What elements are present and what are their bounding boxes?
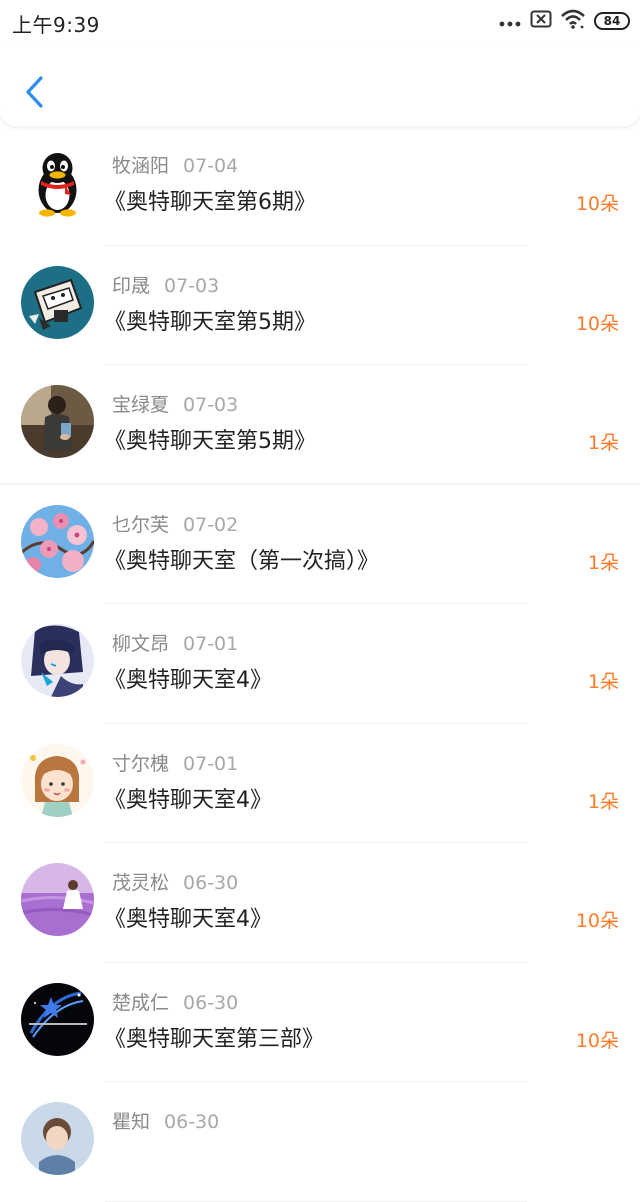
avatar[interactable]	[21, 385, 94, 458]
avatar[interactable]	[21, 743, 94, 817]
post-date: 06-30	[183, 872, 239, 894]
chevron-left-icon	[26, 76, 43, 108]
name-line: 瞿知 06-30	[112, 1107, 219, 1134]
avatar[interactable]	[21, 982, 94, 1056]
avatar[interactable]	[21, 624, 94, 697]
back-button[interactable]	[12, 64, 56, 120]
flower-count: 1朵	[587, 790, 619, 813]
post-title[interactable]: 《奥特聊天室第5期》	[104, 304, 316, 336]
avatar[interactable]	[21, 863, 94, 936]
post-title[interactable]: 《奥特聊天室4》	[104, 662, 272, 694]
user-name: 乜尔芙	[112, 513, 170, 536]
post-date: 07-02	[183, 513, 239, 536]
gift-record-list: 牧涵阳 07-04 《奥特聊天室第6期》 10朵 印晟 07-03 《奥特聊天室第5…	[0, 126, 640, 1202]
avatar[interactable]	[21, 146, 94, 219]
post-date: 06-30	[183, 991, 239, 1014]
no-sim-icon	[530, 10, 552, 32]
battery-indicator: 84	[594, 12, 630, 30]
user-name: 印晟	[112, 274, 151, 297]
post-date: 07-01	[183, 633, 239, 655]
list-item[interactable]: 楚成仁 06-30 《奥特聊天室第三部》 10朵	[0, 963, 640, 1083]
post-date: 07-03	[183, 394, 239, 416]
user-name: 茂灵松	[112, 872, 170, 894]
name-line: 柳文昂 07-01	[112, 629, 238, 656]
list-item[interactable]: 瞿知 06-30	[0, 1082, 640, 1202]
flower-count: 10朵	[575, 910, 619, 932]
user-name: 柳文昂	[112, 633, 170, 655]
user-name: 瞿知	[112, 1111, 151, 1133]
name-line: 楚成仁 06-30	[112, 988, 238, 1015]
more-dots-icon	[499, 12, 521, 31]
name-line: 印晟 07-03	[112, 271, 219, 298]
name-line: 乜尔芙 07-02	[112, 510, 238, 537]
post-date: 07-04	[183, 155, 239, 177]
post-title[interactable]: 《奥特聊天室（第一次搞）》	[104, 543, 379, 575]
status-time: 上午9:39	[12, 13, 100, 37]
list-item[interactable]: 牧涵阳 07-04 《奥特聊天室第6期》 10朵	[0, 126, 640, 246]
name-line: 宝绿夏 07-03	[112, 390, 238, 417]
name-line: 茂灵松 06-30	[112, 868, 238, 895]
post-title[interactable]: 《奥特聊天室4》	[104, 782, 272, 814]
list-item[interactable]: 印晟 07-03 《奥特聊天室第5期》 10朵	[0, 246, 640, 366]
post-title[interactable]: 《奥特聊天室第6期》	[104, 184, 316, 216]
top-nav-bar	[0, 44, 640, 126]
list-item[interactable]: 寸尔槐 07-01 《奥特聊天室4》 1朵	[0, 724, 640, 844]
status-icons: 84	[499, 9, 630, 33]
flower-count: 10朵	[575, 1029, 619, 1052]
flower-count: 10朵	[575, 312, 619, 335]
wifi-icon	[561, 9, 585, 33]
flower-count: 10朵	[575, 193, 619, 215]
user-name: 宝绿夏	[112, 394, 170, 416]
post-date: 06-30	[164, 1111, 220, 1133]
post-title[interactable]: 《奥特聊天室4》	[104, 901, 272, 933]
avatar[interactable]	[21, 265, 94, 339]
avatar[interactable]	[21, 504, 94, 578]
user-name: 楚成仁	[112, 991, 170, 1014]
post-date: 07-01	[183, 752, 239, 775]
status-bar: 上午9:39 84	[0, 0, 640, 44]
flower-count: 1朵	[587, 551, 619, 574]
user-name: 牧涵阳	[112, 155, 170, 177]
name-line: 寸尔槐 07-01	[112, 749, 238, 776]
flower-count: 1朵	[587, 432, 619, 454]
list-item[interactable]: 乜尔芙 07-02 《奥特聊天室（第一次搞）》 1朵	[0, 485, 640, 605]
list-item[interactable]: 宝绿夏 07-03 《奥特聊天室第5期》 1朵	[0, 365, 640, 485]
list-item[interactable]: 茂灵松 06-30 《奥特聊天室4》 10朵	[0, 843, 640, 963]
list-item[interactable]: 柳文昂 07-01 《奥特聊天室4》 1朵	[0, 604, 640, 724]
post-title[interactable]: 《奥特聊天室第5期》	[104, 423, 316, 455]
post-date: 07-03	[164, 274, 220, 297]
user-name: 寸尔槐	[112, 752, 170, 775]
flower-count: 1朵	[587, 671, 619, 693]
avatar[interactable]	[21, 1102, 94, 1175]
post-title[interactable]: 《奥特聊天室第三部》	[104, 1021, 324, 1053]
name-line: 牧涵阳 07-04	[112, 151, 238, 178]
